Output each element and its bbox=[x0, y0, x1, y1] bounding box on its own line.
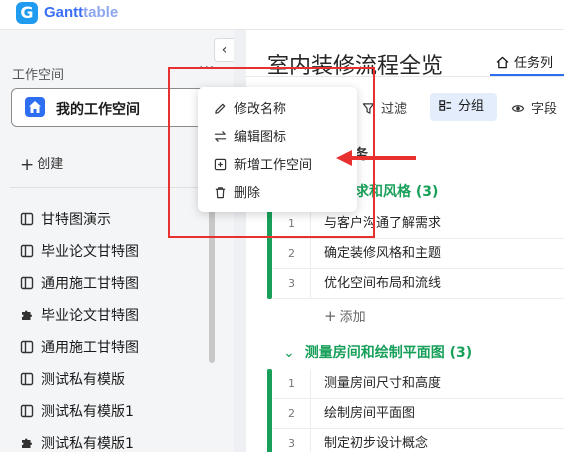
logo-name-bold: Gantt bbox=[44, 4, 84, 21]
sidebar-item-label: 测试私有模版 bbox=[41, 372, 125, 388]
create-label: 创建 bbox=[37, 157, 64, 172]
group-color-bar bbox=[267, 369, 272, 452]
sidebar-item-label: 毕业论文甘特图 bbox=[41, 308, 139, 324]
home-outline-icon bbox=[496, 56, 509, 69]
sheet-icon bbox=[20, 244, 34, 258]
plus-icon: + bbox=[324, 307, 337, 325]
sidebar-item[interactable]: 测试私有模版 bbox=[20, 369, 125, 389]
table-row[interactable]: 2 绘制房间平面图 bbox=[273, 399, 564, 429]
workspace-label: 工作空间 bbox=[12, 68, 65, 83]
row-number: 1 bbox=[273, 369, 311, 399]
tab-label: 任务列 bbox=[514, 56, 554, 71]
sheet-icon bbox=[20, 404, 34, 418]
row-number: 2 bbox=[273, 399, 311, 429]
group-title: 测量房间和绘制平面图 (3) bbox=[304, 345, 473, 361]
sheet-icon bbox=[20, 276, 34, 290]
sidebar-item[interactable]: 测试私有模版1 bbox=[20, 401, 134, 421]
logo-icon[interactable]: G bbox=[16, 2, 38, 24]
sidebar-item-label: 测试私有模版1 bbox=[41, 404, 134, 420]
collapse-sidebar-button[interactable]: ‹ bbox=[214, 38, 234, 62]
home-icon bbox=[25, 97, 45, 117]
logo-name-light: table bbox=[83, 4, 119, 21]
filter-label: 过滤 bbox=[381, 102, 408, 117]
fields-label: 字段 bbox=[531, 102, 558, 117]
task-name: 确定装修风格和主题 bbox=[324, 246, 442, 261]
sidebar-item-label: 通用施工甘特图 bbox=[41, 276, 139, 292]
sheet-icon bbox=[20, 212, 34, 226]
top-bar: G Gantttable bbox=[0, 0, 564, 30]
group-label: 分组 bbox=[458, 99, 485, 114]
task-name: 测量房间尺寸和高度 bbox=[324, 376, 442, 391]
row-number: 2 bbox=[273, 239, 311, 269]
group-icon bbox=[439, 100, 452, 111]
puzzle-icon bbox=[22, 438, 32, 448]
sidebar-item-label: 毕业论文甘特图 bbox=[41, 244, 139, 260]
sheet-icon bbox=[20, 340, 34, 354]
sidebar-item[interactable]: 通用施工甘特图 bbox=[20, 337, 139, 357]
sidebar-item-label: 测试私有模版1 bbox=[41, 436, 134, 452]
group-button[interactable]: 分组 bbox=[430, 93, 497, 121]
sidebar-item[interactable]: 通用施工甘特图 bbox=[20, 273, 139, 293]
table-row[interactable]: 3 制定初步设计概念 bbox=[273, 429, 564, 452]
fields-button[interactable]: 字段 bbox=[511, 98, 557, 117]
tab-task-list[interactable]: 任务列 bbox=[496, 52, 553, 71]
task-name: 优化空间布局和流线 bbox=[324, 276, 442, 291]
plus-icon: + bbox=[20, 155, 35, 175]
puzzle-icon bbox=[22, 310, 32, 320]
sidebar-item[interactable]: 毕业论文甘特图 bbox=[20, 305, 139, 325]
row-number: 3 bbox=[273, 269, 311, 299]
create-button[interactable]: + 创建 bbox=[20, 153, 63, 175]
sidebar-item-label: 甘特图演示 bbox=[41, 212, 111, 228]
add-task-label: 添加 bbox=[339, 310, 366, 325]
eye-icon bbox=[511, 105, 525, 112]
app-logo-text[interactable]: Gantttable bbox=[44, 4, 118, 21]
table-row[interactable]: 3 优化空间布局和流线 bbox=[273, 269, 564, 299]
sidebar-item[interactable]: 甘特图演示 bbox=[20, 209, 111, 229]
table-row[interactable]: 1 测量房间尺寸和高度 bbox=[273, 369, 564, 399]
workspace-name: 我的工作空间 bbox=[56, 102, 140, 118]
group-header[interactable]: ⌄ 测量房间和绘制平面图 (3) bbox=[283, 342, 472, 362]
sidebar-item[interactable]: 毕业论文甘特图 bbox=[20, 241, 139, 261]
task-name: 制定初步设计概念 bbox=[324, 436, 429, 451]
sidebar-item-label: 通用施工甘特图 bbox=[41, 340, 139, 356]
row-number: 3 bbox=[273, 429, 311, 452]
table-row[interactable]: 2 确定装修风格和主题 bbox=[273, 239, 564, 269]
task-name: 绘制房间平面图 bbox=[324, 406, 416, 421]
add-task-button[interactable]: + 添加 bbox=[324, 306, 366, 325]
sheet-icon bbox=[20, 372, 34, 386]
sidebar-item[interactable]: 测试私有模版1 bbox=[20, 433, 134, 452]
annotation-arrow-icon bbox=[336, 150, 416, 166]
chevron-down-icon: ⌄ bbox=[283, 345, 295, 361]
chevron-left-icon: ‹ bbox=[221, 42, 228, 58]
